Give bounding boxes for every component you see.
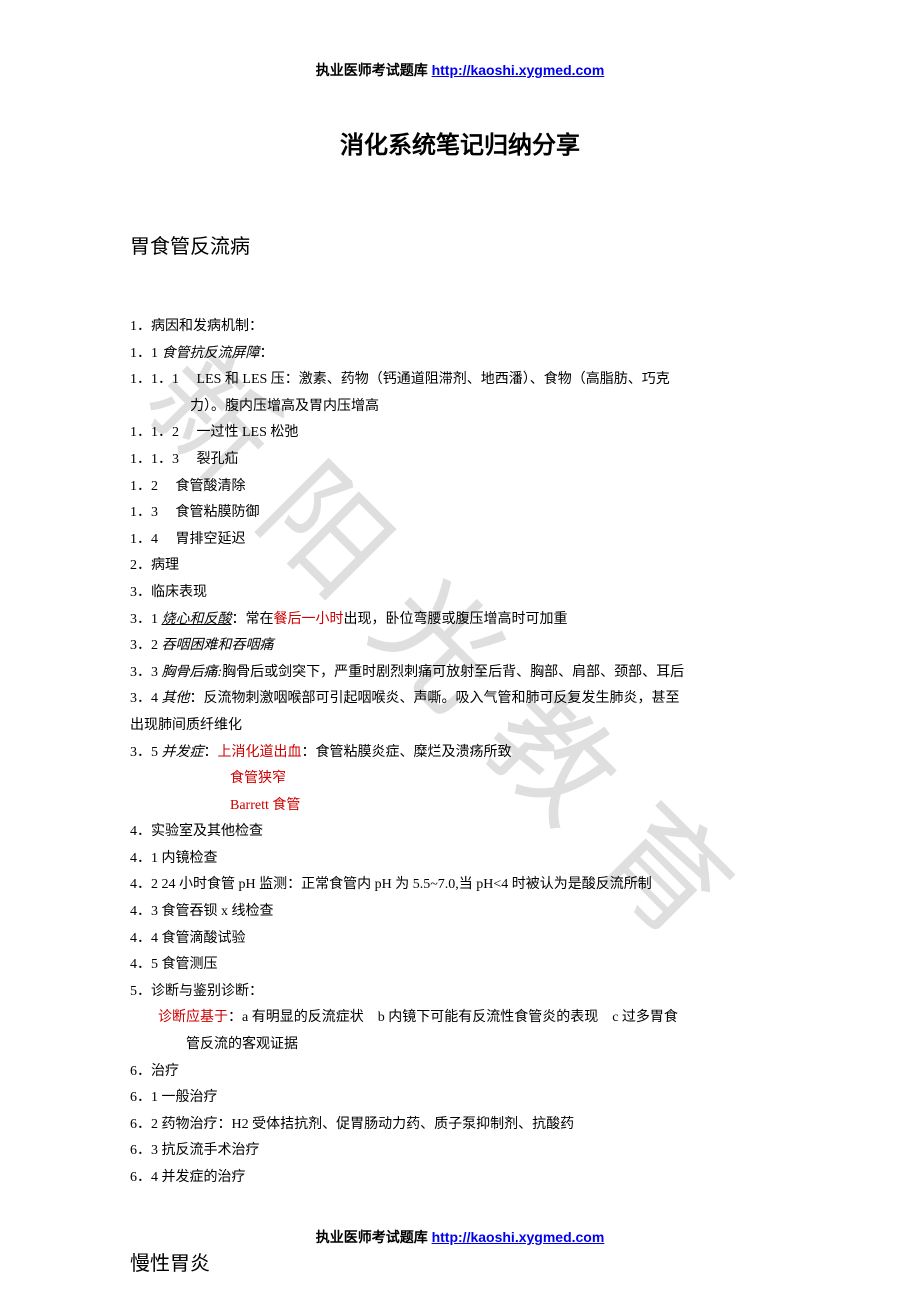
- text-emphasis: 其他: [162, 691, 190, 706]
- text-fragment: 3．3: [130, 665, 162, 680]
- text-highlight-red: 诊断应基于: [158, 1010, 228, 1025]
- body-text: 3．4 其他：反流物刺激咽喉部可引起咽喉炎、声嘶。吸入气管和肺可反复发生肺炎，甚…: [130, 686, 790, 713]
- text-highlight-red: Barrett 食管: [230, 798, 300, 813]
- document-page: 执业医师考试题库 http://kaoshi.xygmed.com 消化系统笔记…: [0, 0, 920, 1316]
- body-text: 4．2 24 小时食管 pH 监测：正常食管内 pH 为 5.5~7.0,当 p…: [130, 872, 790, 899]
- body-text: 出现肺间质纤维化: [130, 713, 790, 740]
- body-text: 诊断应基于：a 有明显的反流症状 b 内镜下可能有反流性食管炎的表现 c 过多胃…: [130, 1005, 790, 1032]
- text-emphasis-underline: 烧心和反酸: [162, 612, 232, 627]
- body-text: 1．病因和发病机制：: [130, 314, 790, 341]
- footer-label: 执业医师考试题库: [316, 1229, 432, 1245]
- section-heading-2: 慢性胃炎: [130, 1247, 790, 1276]
- text-fragment: 3．1: [130, 612, 162, 627]
- body-text: Barrett 食管: [130, 793, 790, 820]
- text-fragment: 出现，卧位弯腰或腹压增高时可加重: [344, 612, 568, 627]
- body-text: 1．4 胃排空延迟: [130, 527, 790, 554]
- body-text: 2．病理: [130, 553, 790, 580]
- body-text: 3．临床表现: [130, 580, 790, 607]
- body-text: 3．1 烧心和反酸：常在餐后一小时出现，卧位弯腰或腹压增高时可加重: [130, 607, 790, 634]
- text-fragment: ：食管粘膜炎症、糜烂及溃疡所致: [302, 745, 512, 760]
- page-footer: 执业医师考试题库 http://kaoshi.xygmed.com: [0, 1227, 920, 1247]
- text-fragment: ：: [204, 745, 218, 760]
- text-highlight-red: 食管狭窄: [230, 771, 286, 786]
- text-emphasis: 食管抗反流屏障: [162, 346, 260, 361]
- body-text: 4．3 食管吞钡 x 线检查: [130, 899, 790, 926]
- text-fragment: ：: [260, 346, 274, 361]
- text-fragment: 3．4: [130, 691, 162, 706]
- text-fragment: ：反流物刺激咽喉部可引起咽喉炎、声嘶。吸入气管和肺可反复发生肺炎，甚至: [190, 691, 680, 706]
- body-text: 6．2 药物治疗：H2 受体拮抗剂、促胃肠动力药、质子泵抑制剂、抗酸药: [130, 1112, 790, 1139]
- text-emphasis: 吞咽困难和吞咽痛: [162, 638, 274, 653]
- document-title: 消化系统笔记归纳分享: [130, 125, 790, 160]
- text-emphasis: 并发症: [162, 745, 204, 760]
- body-text: 1．3 食管粘膜防御: [130, 500, 790, 527]
- footer-link[interactable]: http://kaoshi.xygmed.com: [432, 1229, 605, 1245]
- text-fragment: 3．2: [130, 638, 162, 653]
- body-text: 1．1．3 裂孔疝: [130, 447, 790, 474]
- body-text: 力）。腹内压增高及胃内压增高: [130, 394, 790, 421]
- section-heading-1: 胃食管反流病: [130, 230, 790, 259]
- body-text: 管反流的客观证据: [130, 1032, 790, 1059]
- text-fragment: 3．5: [130, 745, 162, 760]
- text-highlight-red: 上消化道出血: [218, 745, 302, 760]
- body-text: 食管狭窄: [130, 766, 790, 793]
- body-text: 3．5 并发症：上消化道出血：食管粘膜炎症、糜烂及溃疡所致: [130, 740, 790, 767]
- page-header: 执业医师考试题库 http://kaoshi.xygmed.com: [130, 60, 790, 80]
- text-fragment: ：常在: [232, 612, 274, 627]
- body-text: 4．实验室及其他检查: [130, 819, 790, 846]
- header-label: 执业医师考试题库: [316, 62, 432, 78]
- body-text: 1．2 食管酸清除: [130, 474, 790, 501]
- body-text: 4．1 内镜检查: [130, 846, 790, 873]
- text-fragment: 1．1: [130, 346, 162, 361]
- body-text: 3．3 胸骨后痛:胸骨后或剑突下，严重时剧烈刺痛可放射至后背、胸部、肩部、颈部、…: [130, 660, 790, 687]
- body-text: 6．4 并发症的治疗: [130, 1165, 790, 1192]
- body-text: 6．3 抗反流手术治疗: [130, 1138, 790, 1165]
- header-link[interactable]: http://kaoshi.xygmed.com: [432, 62, 605, 78]
- text-highlight-red: 餐后一小时: [274, 612, 344, 627]
- text-emphasis: 胸骨后痛:: [162, 665, 223, 680]
- body-text: 1．1．1 LES 和 LES 压：激素、药物（钙通道阻滞剂、地西潘）、食物（高…: [130, 367, 790, 394]
- body-text: 6．1 一般治疗: [130, 1085, 790, 1112]
- text-fragment: ：a 有明显的反流症状 b 内镜下可能有反流性食管炎的表现 c 过多胃食: [228, 1010, 678, 1025]
- body-text: 5．诊断与鉴别诊断：: [130, 979, 790, 1006]
- text-fragment: 胸骨后或剑突下，严重时剧烈刺痛可放射至后背、胸部、肩部、颈部、耳后: [222, 665, 684, 680]
- body-text: 1．1 食管抗反流屏障：: [130, 341, 790, 368]
- body-text: 4．4 食管滴酸试验: [130, 926, 790, 953]
- body-text: 3．2 吞咽困难和吞咽痛: [130, 633, 790, 660]
- body-text: 6．治疗: [130, 1059, 790, 1086]
- body-text: 4．5 食管测压: [130, 952, 790, 979]
- body-text: 1．1．2 一过性 LES 松弛: [130, 420, 790, 447]
